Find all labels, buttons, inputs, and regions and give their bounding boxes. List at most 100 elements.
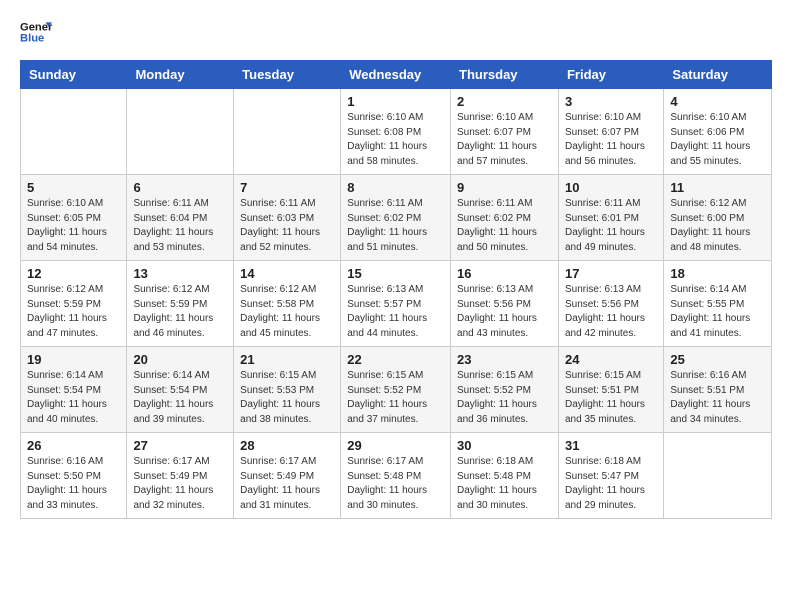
day-cell-1: 1 Sunrise: 6:10 AM Sunset: 6:08 PM Daylig… (341, 89, 451, 175)
day-number: 31 (565, 438, 657, 453)
day-number: 24 (565, 352, 657, 367)
day-cell-19: 19Sunrise: 6:14 AM Sunset: 5:54 PM Dayli… (21, 347, 127, 433)
day-info: Sunrise: 6:10 AM Sunset: 6:07 PM Dayligh… (565, 111, 657, 169)
day-number: 29 (347, 438, 444, 453)
calendar-header: SundayMondayTuesdayWednesdayThursdayFrid… (21, 61, 772, 89)
day-info: Sunrise: 6:17 AM Sunset: 5:49 PM Dayligh… (240, 455, 334, 513)
header-row: SundayMondayTuesdayWednesdayThursdayFrid… (21, 61, 772, 89)
day-header-saturday: Saturday (664, 61, 772, 89)
day-cell-18: 18 Sunrise: 6:14 AM Sunset: 5:55 PM Dayli… (664, 261, 772, 347)
day-number: 17 (565, 266, 657, 281)
header: General Blue (20, 16, 772, 48)
day-info: Sunrise: 6:10 AM Sunset: 6:06 PM Dayligh… (670, 111, 765, 169)
week-row-5: 26 Sunrise: 6:16 AM Sunset: 5:50 PM Dayli… (21, 433, 772, 519)
day-cell-17: 17 Sunrise: 6:13 AM Sunset: 5:56 PM Dayli… (558, 261, 663, 347)
day-number: 5 (27, 180, 120, 195)
day-cell-24: 24 Sunrise: 6:15 AM Sunset: 5:51 PM Dayli… (558, 347, 663, 433)
day-cell-22: 22 Sunrise: 6:15 AM Sunset: 5:52 PM Dayli… (341, 347, 451, 433)
day-number: 26 (27, 438, 120, 453)
calendar-body: 1 Sunrise: 6:10 AM Sunset: 6:08 PM Daylig… (21, 89, 772, 519)
day-cell-20: 20Sunrise: 6:14 AM Sunset: 5:54 PM Dayli… (127, 347, 234, 433)
day-info: Sunrise: 6:17 AM Sunset: 5:49 PM Dayligh… (133, 455, 227, 513)
empty-cell (664, 433, 772, 519)
day-info: Sunrise: 6:14 AM Sunset: 5:55 PM Dayligh… (670, 283, 765, 341)
day-cell-14: 14 Sunrise: 6:12 AM Sunset: 5:58 PM Dayli… (234, 261, 341, 347)
day-number: 4 (670, 94, 765, 109)
day-number: 25 (670, 352, 765, 367)
day-info: Sunrise: 6:13 AM Sunset: 5:57 PM Dayligh… (347, 283, 444, 341)
day-number: 23 (457, 352, 552, 367)
day-number: 13 (133, 266, 227, 281)
day-info: Sunrise: 6:10 AM Sunset: 6:07 PM Dayligh… (457, 111, 552, 169)
day-info: Sunrise: 6:15 AM Sunset: 5:52 PM Dayligh… (347, 369, 444, 427)
day-header-sunday: Sunday (21, 61, 127, 89)
day-number: 30 (457, 438, 552, 453)
empty-cell (21, 89, 127, 175)
day-cell-31: 31 Sunrise: 6:18 AM Sunset: 5:47 PM Dayli… (558, 433, 663, 519)
day-number: 2 (457, 94, 552, 109)
day-cell-10: 10 Sunrise: 6:11 AM Sunset: 6:01 PM Dayli… (558, 175, 663, 261)
day-info: Sunrise: 6:15 AM Sunset: 5:53 PM Dayligh… (240, 369, 334, 427)
day-cell-2: 2 Sunrise: 6:10 AM Sunset: 6:07 PM Daylig… (451, 89, 559, 175)
day-info: Sunrise: 6:12 AM Sunset: 5:58 PM Dayligh… (240, 283, 334, 341)
day-number: 27 (133, 438, 227, 453)
day-info: Sunrise: 6:11 AM Sunset: 6:04 PM Dayligh… (133, 197, 227, 255)
day-info: Sunrise: 6:15 AM Sunset: 5:51 PM Dayligh… (565, 369, 657, 427)
day-header-wednesday: Wednesday (341, 61, 451, 89)
day-info: Sunrise: 6:16 AM Sunset: 5:50 PM Dayligh… (27, 455, 120, 513)
day-info: Sunrise: 6:17 AM Sunset: 5:48 PM Dayligh… (347, 455, 444, 513)
day-number: 6 (133, 180, 227, 195)
day-cell-26: 26 Sunrise: 6:16 AM Sunset: 5:50 PM Dayli… (21, 433, 127, 519)
day-info: Sunrise: 6:14 AM Sunset: 5:54 PM Dayligh… (27, 369, 120, 427)
day-cell-4: 4 Sunrise: 6:10 AM Sunset: 6:06 PM Daylig… (664, 89, 772, 175)
day-info: Sunrise: 6:18 AM Sunset: 5:47 PM Dayligh… (565, 455, 657, 513)
day-number: 12 (27, 266, 120, 281)
week-row-3: 12 Sunrise: 6:12 AM Sunset: 5:59 PM Dayli… (21, 261, 772, 347)
day-info: Sunrise: 6:12 AM Sunset: 5:59 PM Dayligh… (27, 283, 120, 341)
day-header-friday: Friday (558, 61, 663, 89)
week-row-2: 5 Sunrise: 6:10 AM Sunset: 6:05 PM Daylig… (21, 175, 772, 261)
logo: General Blue (20, 16, 56, 48)
day-cell-28: 28 Sunrise: 6:17 AM Sunset: 5:49 PM Dayli… (234, 433, 341, 519)
day-cell-15: 15 Sunrise: 6:13 AM Sunset: 5:57 PM Dayli… (341, 261, 451, 347)
day-number: 7 (240, 180, 334, 195)
day-info: Sunrise: 6:11 AM Sunset: 6:01 PM Dayligh… (565, 197, 657, 255)
day-cell-30: 30Sunrise: 6:18 AM Sunset: 5:48 PM Dayli… (451, 433, 559, 519)
day-number: 11 (670, 180, 765, 195)
day-number: 16 (457, 266, 552, 281)
day-number: 1 (347, 94, 444, 109)
day-info: Sunrise: 6:10 AM Sunset: 6:05 PM Dayligh… (27, 197, 120, 255)
week-row-4: 19Sunrise: 6:14 AM Sunset: 5:54 PM Dayli… (21, 347, 772, 433)
day-info: Sunrise: 6:16 AM Sunset: 5:51 PM Dayligh… (670, 369, 765, 427)
svg-text:Blue: Blue (20, 33, 44, 45)
day-number: 21 (240, 352, 334, 367)
day-info: Sunrise: 6:11 AM Sunset: 6:02 PM Dayligh… (457, 197, 552, 255)
day-number: 15 (347, 266, 444, 281)
day-cell-27: 27 Sunrise: 6:17 AM Sunset: 5:49 PM Dayli… (127, 433, 234, 519)
day-info: Sunrise: 6:10 AM Sunset: 6:08 PM Dayligh… (347, 111, 444, 169)
day-info: Sunrise: 6:15 AM Sunset: 5:52 PM Dayligh… (457, 369, 552, 427)
day-number: 22 (347, 352, 444, 367)
day-cell-21: 21 Sunrise: 6:15 AM Sunset: 5:53 PM Dayli… (234, 347, 341, 433)
day-cell-16: 16 Sunrise: 6:13 AM Sunset: 5:56 PM Dayli… (451, 261, 559, 347)
day-cell-6: 6 Sunrise: 6:11 AM Sunset: 6:04 PM Daylig… (127, 175, 234, 261)
day-cell-8: 8Sunrise: 6:11 AM Sunset: 6:02 PM Daylig… (341, 175, 451, 261)
day-cell-7: 7 Sunrise: 6:11 AM Sunset: 6:03 PM Daylig… (234, 175, 341, 261)
day-number: 28 (240, 438, 334, 453)
day-info: Sunrise: 6:13 AM Sunset: 5:56 PM Dayligh… (565, 283, 657, 341)
empty-cell (234, 89, 341, 175)
day-header-thursday: Thursday (451, 61, 559, 89)
day-info: Sunrise: 6:13 AM Sunset: 5:56 PM Dayligh… (457, 283, 552, 341)
day-number: 10 (565, 180, 657, 195)
day-header-tuesday: Tuesday (234, 61, 341, 89)
day-cell-23: 23 Sunrise: 6:15 AM Sunset: 5:52 PM Dayli… (451, 347, 559, 433)
page: General Blue SundayMondayTuesdayWednesda… (0, 0, 792, 535)
day-info: Sunrise: 6:11 AM Sunset: 6:03 PM Dayligh… (240, 197, 334, 255)
week-row-1: 1 Sunrise: 6:10 AM Sunset: 6:08 PM Daylig… (21, 89, 772, 175)
day-number: 14 (240, 266, 334, 281)
day-number: 8 (347, 180, 444, 195)
day-cell-13: 13Sunrise: 6:12 AM Sunset: 5:59 PM Dayli… (127, 261, 234, 347)
day-cell-25: 25 Sunrise: 6:16 AM Sunset: 5:51 PM Dayli… (664, 347, 772, 433)
day-info: Sunrise: 6:14 AM Sunset: 5:54 PM Dayligh… (133, 369, 227, 427)
day-number: 18 (670, 266, 765, 281)
